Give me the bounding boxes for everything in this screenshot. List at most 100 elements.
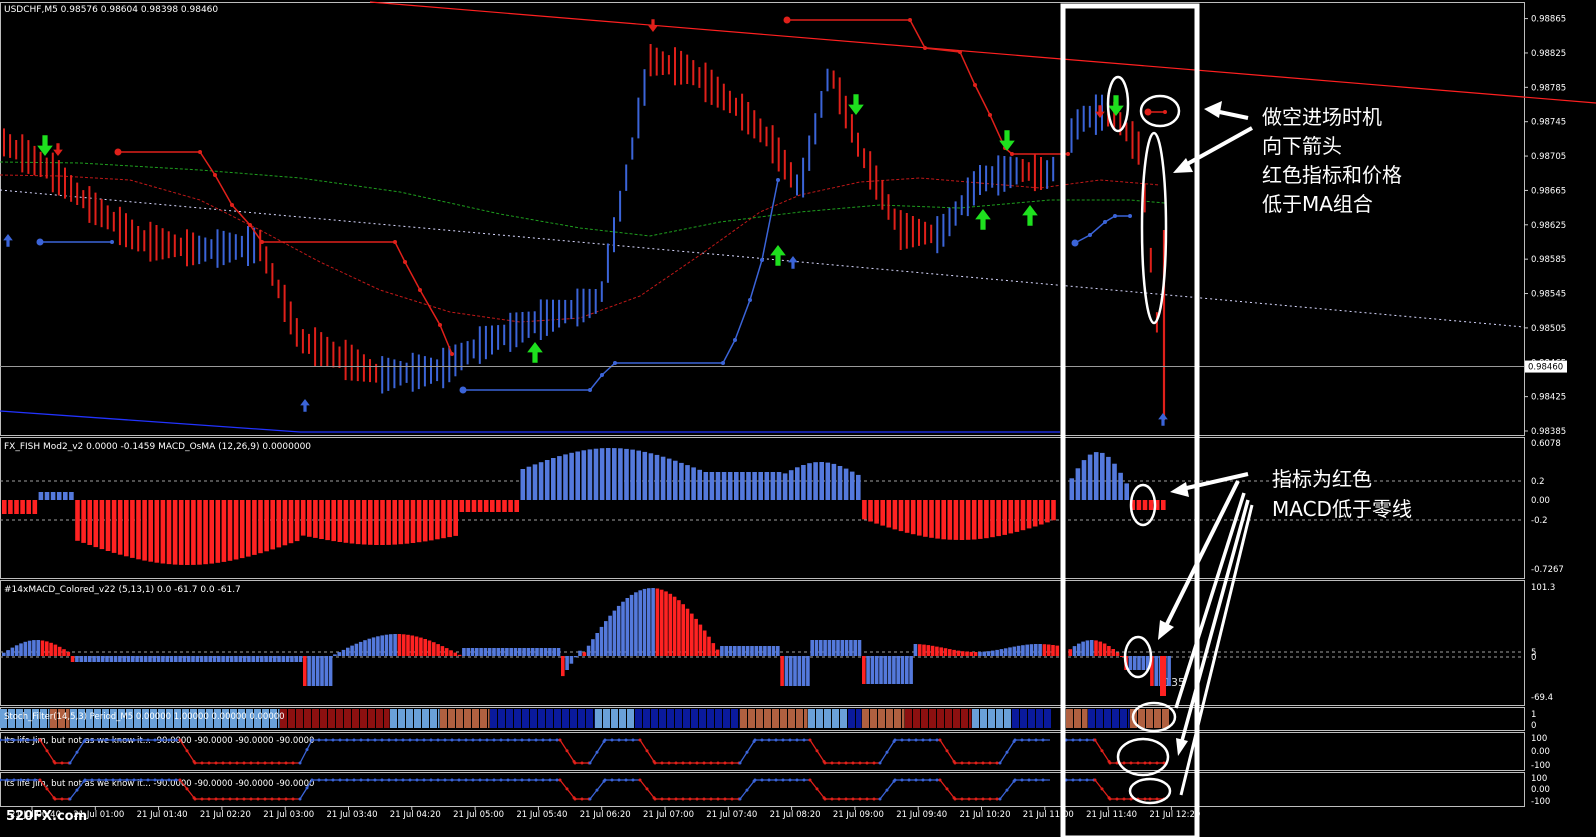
macd-bar	[518, 648, 522, 656]
stoch-cell	[1096, 709, 1103, 728]
stop-red-1-dot	[418, 288, 422, 292]
stoch-cell	[894, 709, 901, 728]
fish-bar	[673, 460, 678, 500]
stoch-cell	[627, 709, 634, 728]
jim-dot	[249, 761, 253, 765]
jim-dot	[263, 761, 267, 765]
macd-bar	[1003, 648, 1008, 656]
jim-dot	[60, 797, 64, 801]
jim-dot	[555, 738, 559, 742]
price-tick-label: 0.98705	[1531, 152, 1566, 162]
macd-bar	[1137, 656, 1141, 670]
macd-bar	[204, 656, 208, 662]
jim-dot	[68, 797, 72, 801]
fish-bar	[526, 466, 532, 500]
macd-bar	[543, 648, 548, 656]
price-bars	[3, 44, 1166, 420]
jim-dot	[617, 738, 621, 742]
jim-dot	[12, 778, 16, 782]
jim-dot	[688, 761, 692, 765]
jim-dot	[885, 750, 889, 754]
macd-bar	[27, 640, 32, 656]
stop-red-2-dot	[1010, 152, 1014, 156]
fish-bar	[294, 500, 300, 542]
fish-bar	[831, 463, 837, 500]
arrow-up-icon	[1022, 205, 1038, 226]
jim-dot	[1027, 738, 1031, 742]
stoch-cell	[691, 709, 698, 728]
stoch-cell	[490, 709, 497, 728]
fish-bar	[758, 472, 763, 500]
jim-dot	[878, 797, 882, 801]
stoch-cell	[603, 709, 610, 728]
jim-dot	[541, 738, 545, 742]
jim-dot	[45, 749, 49, 753]
jim-dot	[653, 761, 657, 765]
fish-bar	[386, 500, 391, 545]
fish-bar	[801, 465, 806, 500]
stop-red-2-dot	[783, 16, 791, 24]
highlight-ellipse-ma	[1140, 131, 1168, 325]
macd-bar	[552, 648, 556, 656]
fish-bar	[471, 500, 477, 512]
jim-dot	[193, 797, 197, 801]
fish-bar	[1075, 468, 1081, 500]
fish-bar	[483, 500, 489, 512]
jim-dot	[631, 778, 635, 782]
macd-bar	[1167, 656, 1171, 686]
fish-bar	[447, 500, 452, 538]
jim-dot	[317, 778, 321, 782]
macd-bar	[509, 648, 513, 656]
macd-bar	[122, 656, 126, 662]
jim-dot	[277, 761, 281, 765]
macd-bar	[92, 656, 96, 662]
jim-dot	[464, 738, 468, 742]
fish-bar	[856, 474, 861, 500]
fish-bar	[56, 492, 62, 500]
price-tick-label: 0.98425	[1531, 393, 1566, 403]
jim-dot	[1093, 778, 1097, 782]
fish-bar	[1014, 500, 1020, 532]
fish-bar	[862, 500, 867, 520]
fish-bar	[50, 492, 56, 500]
jim-dot	[457, 778, 461, 782]
fish-bar	[1045, 500, 1050, 523]
jim-dot	[153, 778, 157, 782]
jim-dot	[338, 778, 342, 782]
macd-bar	[358, 641, 363, 656]
jim-dot	[595, 788, 599, 792]
jim-dot	[660, 761, 664, 765]
fish-bar	[203, 500, 208, 565]
price-tick-label: 0.98825	[1531, 49, 1566, 59]
jim-dot	[558, 778, 562, 782]
fish-bar	[404, 500, 410, 544]
fish-bar	[1161, 500, 1166, 510]
stop-blue-2-dot	[748, 298, 752, 302]
macd-bar	[337, 652, 341, 656]
jim-dot	[387, 738, 391, 742]
jim-dot	[53, 761, 57, 765]
jim-dot	[153, 738, 157, 742]
jim-dot	[565, 749, 569, 753]
stoch-cell	[594, 709, 595, 728]
jim-dot	[200, 797, 204, 801]
jim-dot	[781, 778, 785, 782]
macd-bar	[930, 645, 935, 656]
macd-bar	[487, 648, 492, 656]
macd-bar	[1102, 643, 1107, 656]
ma-green	[0, 161, 1166, 237]
time-tick-label: 21 Jul 05:00	[453, 810, 504, 820]
macd-bar	[840, 640, 845, 656]
jim-dot	[730, 797, 734, 801]
jim-dot	[610, 778, 614, 782]
macd-bar	[1038, 644, 1042, 656]
jim-dot	[305, 786, 309, 790]
macd-bar	[1085, 640, 1090, 656]
stoch-cell	[472, 709, 479, 728]
stoch-cell	[683, 709, 690, 728]
jim-dot	[527, 738, 531, 742]
fish-bar	[221, 500, 227, 562]
macd-bar	[66, 651, 71, 656]
jim-dot	[310, 778, 314, 782]
fish-bar	[929, 500, 934, 538]
